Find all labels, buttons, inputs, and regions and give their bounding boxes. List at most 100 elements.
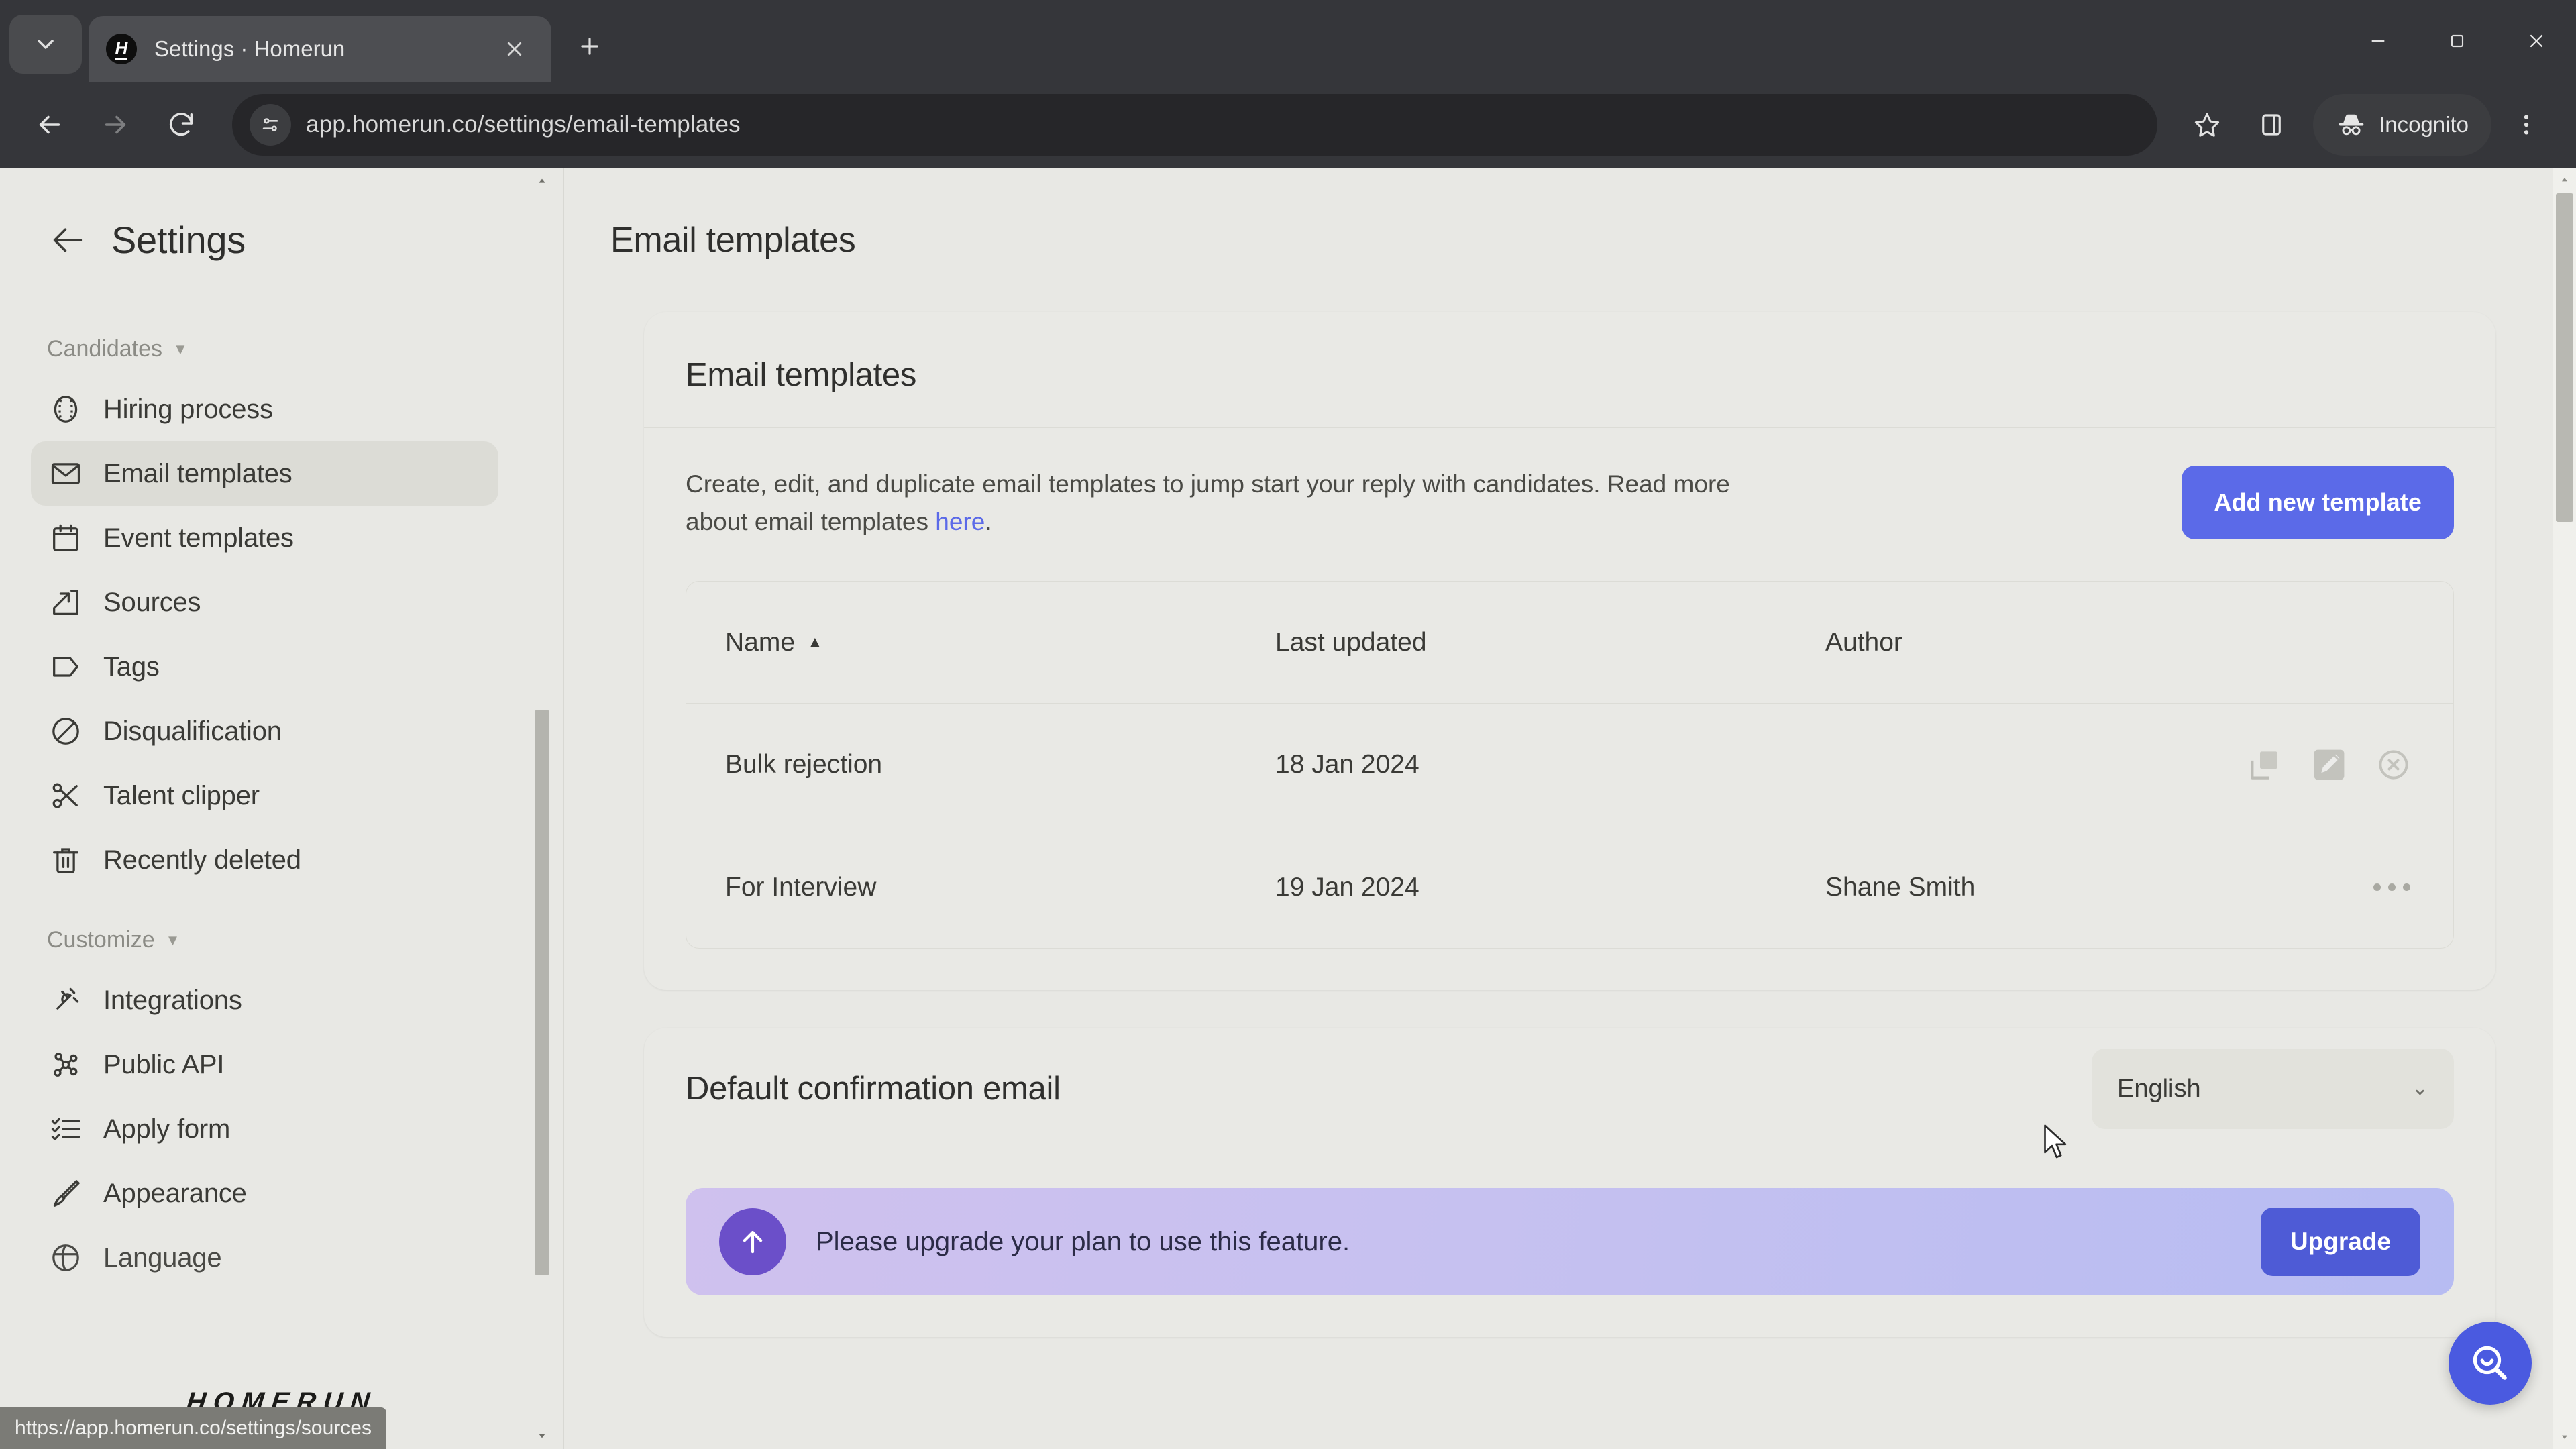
default-confirmation-email-card: Default confirmation email English ⌄ Ple… [644,1028,2496,1338]
upgrade-button[interactable]: Upgrade [2260,1208,2420,1277]
search-fab-button[interactable] [2449,1322,2532,1405]
maximize-icon [2451,34,2464,48]
sidebar-item-tags[interactable]: Tags [31,635,498,699]
page-title: Email templates [610,220,856,260]
sidebar-item-sources[interactable]: Sources [31,570,498,635]
cell-last-updated: 18 Jan 2024 [1275,750,1419,780]
sidebar-scrollbar[interactable] [532,168,552,1449]
sidebar-item-label: Apply form [103,1114,231,1144]
caret-down-icon [2561,1435,2568,1439]
minimize-button[interactable] [2339,0,2418,82]
sidebar-item-public-api[interactable]: Public API [31,1032,498,1097]
card-body: Create, edit, and duplicate email templa… [644,428,2496,541]
cell-template-name: Bulk rejection [725,750,883,780]
delete-icon[interactable] [2373,744,2414,786]
window-close-button[interactable] [2497,0,2576,82]
tune-icon [262,118,278,131]
sidebar-item-integrations[interactable]: Integrations [31,968,498,1032]
sidebar-item-disqualification[interactable]: Disqualification [31,699,498,763]
duplicate-icon[interactable] [2244,744,2286,786]
sidebar-item-email-templates[interactable]: Email templates [31,441,498,506]
sidebar-item-label: Email templates [103,458,292,488]
tab-search-button[interactable] [9,15,82,74]
browser-window: H Settings · Homerun app.homerun.co/sett… [0,0,2576,1449]
maximize-button[interactable] [2418,0,2497,82]
sidebar-scroll-up-button[interactable] [532,168,552,195]
back-button[interactable] [20,95,79,154]
star-icon [2194,113,2220,137]
sidebar-item-label: Recently deleted [103,845,301,875]
arrow-up-icon [719,1208,786,1276]
cell-template-name: For Interview [725,872,877,902]
more-options-icon[interactable] [2369,870,2414,904]
calendar-icon [47,519,85,557]
url-text: app.homerun.co/settings/email-templates [306,111,741,138]
card-header: Default confirmation email English ⌄ [644,1028,2496,1150]
sidebar-item-appearance[interactable]: Appearance [31,1161,498,1226]
add-new-template-button[interactable]: Add new template [2182,466,2454,539]
sidebar-item-label: Tags [103,651,160,682]
checklist-icon [47,1110,85,1148]
browser-tab[interactable]: H Settings · Homerun [89,16,551,82]
trash-icon [47,841,85,879]
page-scroll-up-button[interactable] [2553,168,2576,192]
reload-icon [170,113,193,136]
hiring-process-icon [47,390,85,428]
globe-icon [47,1239,85,1277]
browser-toolbar: app.homerun.co/settings/email-templates … [0,82,2576,168]
description-period: . [985,508,992,536]
sidebar-item-language[interactable]: Language [31,1226,498,1290]
column-header-last-updated[interactable]: Last updated [1275,628,1825,657]
sidebar-scroll-track[interactable] [535,195,549,1422]
bookmark-button[interactable] [2178,95,2237,154]
sidebar-group-customize[interactable]: Customize ▼ [0,892,563,968]
language-value: English [2117,1074,2201,1103]
language-select[interactable]: English ⌄ [2092,1049,2454,1130]
scissors-icon [47,777,85,814]
sidebar-scroll-thumb[interactable] [535,710,549,1275]
table-row[interactable]: Bulk rejection 18 Jan 2024 [686,704,2453,826]
favicon-letter: H [115,39,128,60]
site-settings-button[interactable] [250,104,291,146]
status-link-text: https://app.homerun.co/settings/sources [15,1417,372,1439]
table-row[interactable]: For Interview 19 Jan 2024 Shane Smith [686,826,2453,948]
page-scrollbar[interactable] [2553,168,2576,1449]
new-tab-button[interactable] [564,20,616,72]
incognito-badge[interactable]: Incognito [2313,94,2491,156]
chrome-menu-button[interactable] [2497,95,2556,154]
arrow-left-icon [53,227,83,252]
chevron-down-icon: ▼ [165,931,180,949]
address-bar[interactable]: app.homerun.co/settings/email-templates [232,94,2158,156]
network-icon [47,1046,85,1083]
page-viewport: Settings Candidates ▼ Hiring process Ema… [0,168,2576,1449]
sidebar-item-event-templates[interactable]: Event templates [31,506,498,570]
sidebar-item-talent-clipper[interactable]: Talent clipper [31,763,498,828]
sidebar-item-apply-form[interactable]: Apply form [31,1097,498,1161]
sidebar-item-hiring-process[interactable]: Hiring process [31,377,498,441]
card-body: Please upgrade your plan to use this fea… [644,1150,2496,1337]
card-header: Email templates [644,312,2496,428]
upgrade-message: Please upgrade your plan to use this fea… [816,1226,1350,1256]
side-panel-button[interactable] [2242,95,2301,154]
sidebar-item-recently-deleted[interactable]: Recently deleted [31,828,498,892]
email-templates-card: Email templates Create, edit, and duplic… [644,312,2496,991]
column-header-author[interactable]: Author [1825,628,2193,657]
column-header-name[interactable]: Name ▲ [725,628,1275,657]
sidebar-group-candidates[interactable]: Candidates ▼ [0,325,563,377]
edit-icon[interactable] [2308,744,2350,786]
page-scroll-thumb[interactable] [2556,193,2573,522]
read-more-link[interactable]: here [935,508,985,535]
sidebar-item-label: Disqualification [103,716,282,746]
reload-button[interactable] [152,95,211,154]
main-content: Email templates Email templates Create, … [564,168,2576,1449]
forward-button[interactable] [86,95,145,154]
main-header: Email templates [564,168,2576,312]
caret-up-icon [2561,178,2568,182]
sidebar-item-label: Appearance [103,1178,247,1208]
settings-back-button[interactable] [42,214,94,266]
page-scroll-down-button[interactable] [2553,1425,2576,1449]
chevron-down-icon [38,40,54,49]
table-body: Bulk rejection 18 Jan 2024 For Interview… [686,704,2453,948]
sidebar-item-label: Event templates [103,523,294,553]
tab-close-button[interactable] [495,30,534,68]
